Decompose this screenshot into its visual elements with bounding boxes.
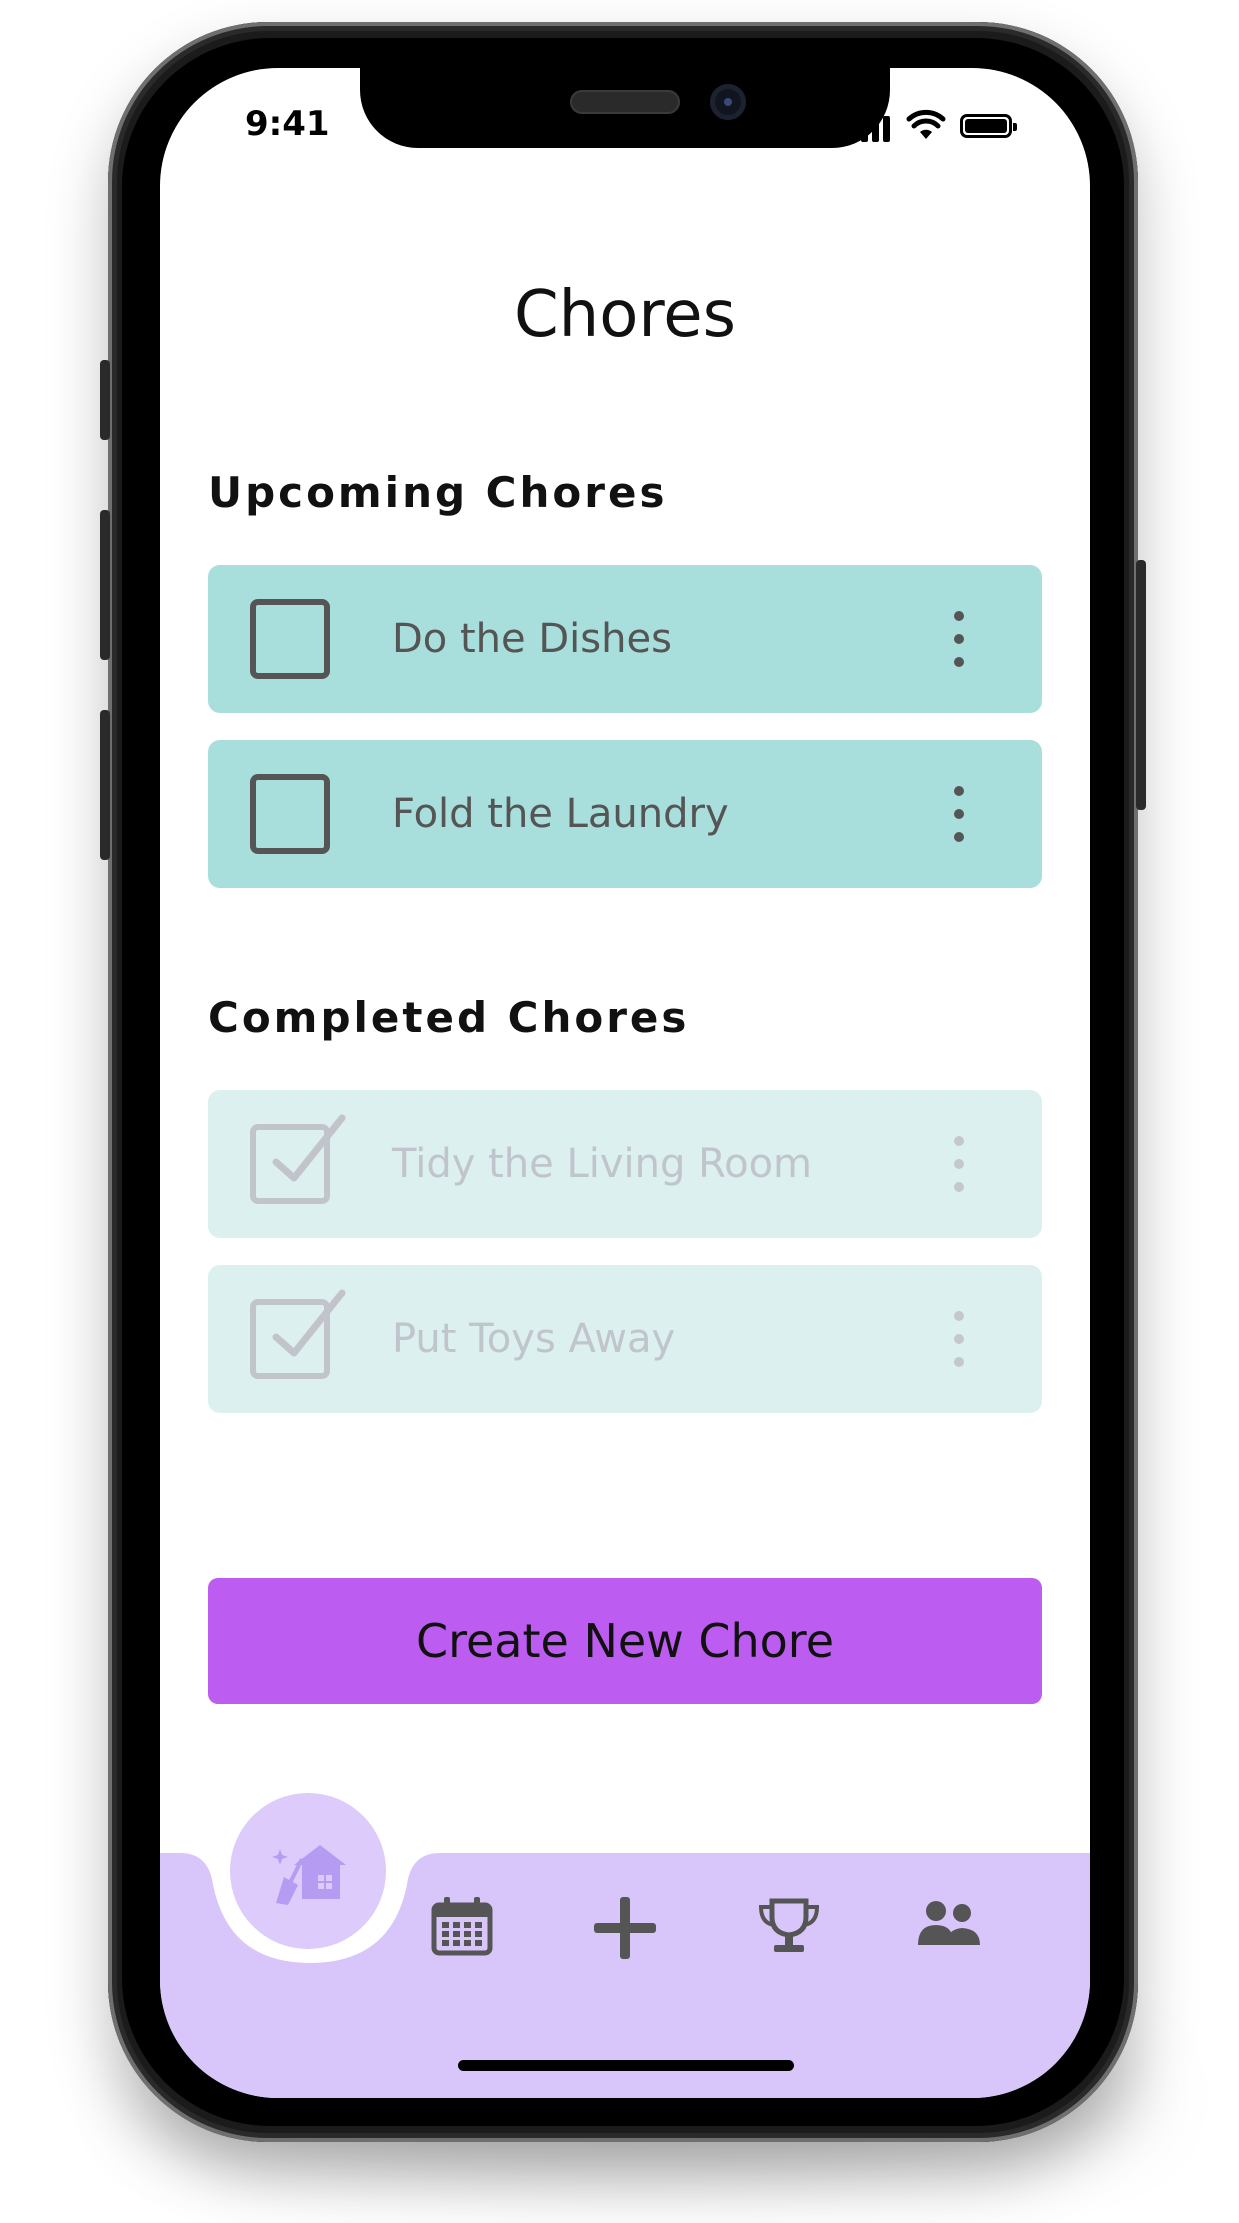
more-options-icon[interactable]	[950, 1311, 966, 1367]
volume-down-button	[100, 710, 110, 860]
chore-label: Tidy the Living Room	[392, 1141, 812, 1187]
wifi-icon	[906, 109, 946, 139]
checkbox-unchecked[interactable]	[250, 599, 330, 679]
front-camera	[710, 84, 746, 120]
screen: 9:41 Chores Upcoming Chores Do the Dishe…	[160, 68, 1090, 2098]
more-options-icon[interactable]	[950, 611, 966, 667]
volume-up-button	[100, 510, 110, 660]
people-icon[interactable]	[916, 1899, 982, 1951]
silent-switch	[100, 360, 110, 440]
nav-item-chores[interactable]	[230, 1793, 386, 1949]
checkmark-icon	[272, 1289, 346, 1357]
battery-icon	[960, 114, 1017, 138]
home-indicator	[458, 2060, 794, 2071]
checkbox-unchecked[interactable]	[250, 774, 330, 854]
status-icons	[850, 108, 1050, 148]
add-icon[interactable]	[592, 1895, 658, 1961]
create-new-chore-button[interactable]: Create New Chore	[208, 1578, 1042, 1704]
calendar-icon[interactable]	[430, 1895, 494, 1957]
checkmark-icon	[272, 1114, 346, 1182]
speaker-grille	[570, 90, 680, 114]
power-button	[1136, 560, 1146, 810]
chore-card-completed[interactable]: Tidy the Living Room	[208, 1090, 1042, 1238]
chore-label: Fold the Laundry	[392, 791, 729, 837]
chore-label: Do the Dishes	[392, 616, 672, 662]
chore-card[interactable]: Fold the Laundry	[208, 740, 1042, 888]
completed-heading: Completed Chores	[208, 993, 690, 1042]
notch	[360, 68, 890, 148]
page-title: Chores	[513, 278, 737, 352]
chore-card-completed[interactable]: Put Toys Away	[208, 1265, 1042, 1413]
chore-card[interactable]: Do the Dishes	[208, 565, 1042, 713]
chore-label: Put Toys Away	[392, 1316, 676, 1362]
chores-home-icon	[272, 1845, 346, 1905]
status-time: 9:41	[245, 104, 330, 144]
upcoming-heading: Upcoming Chores	[208, 468, 668, 517]
trophy-icon[interactable]	[756, 1897, 822, 1955]
more-options-icon[interactable]	[950, 1136, 966, 1192]
cellular-signal-icon	[850, 116, 894, 142]
more-options-icon[interactable]	[950, 786, 966, 842]
